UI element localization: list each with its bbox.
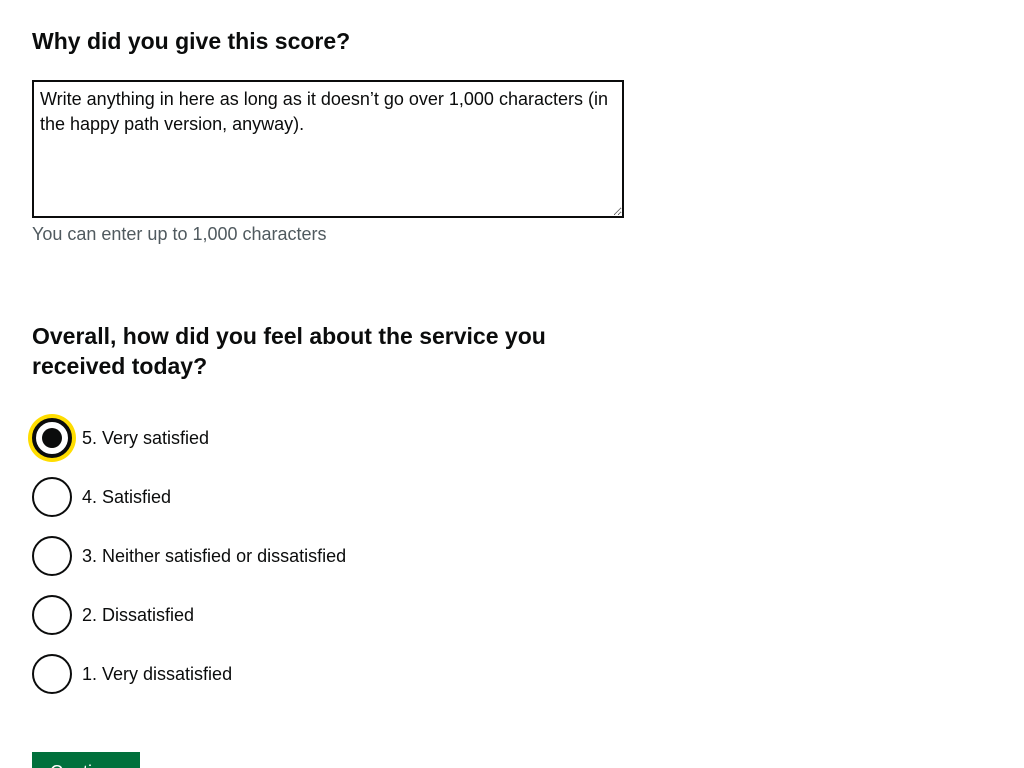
radio-label-very-dissatisfied: 1. Very dissatisfied [82,664,233,684]
radio-option-neither[interactable]: 3. Neither satisfied or dissatisfied [32,536,632,576]
satisfaction-heading: Overall, how did you feel about the serv… [32,323,546,379]
score-reason-textarea[interactable] [32,80,624,218]
radio-button-very-dissatisfied[interactable] [32,654,72,694]
radio-button-very-satisfied[interactable] [32,418,72,458]
radio-label-dissatisfied: 2. Dissatisfied [82,605,195,625]
radio-option-very-dissatisfied[interactable]: 1. Very dissatisfied [32,654,632,694]
radio-button-neither[interactable] [32,536,72,576]
radio-option-satisfied[interactable]: 4. Satisfied [32,477,632,517]
feedback-page: Why did you give this score? You can ent… [0,0,1024,768]
radio-button-dissatisfied[interactable] [32,595,72,635]
radio-label-neither: 3. Neither satisfied or dissatisfied [82,546,347,566]
score-reason-heading: Why did you give this score? [32,28,351,54]
radio-option-dissatisfied[interactable]: 2. Dissatisfied [32,595,632,635]
character-limit-hint: You can enter up to 1,000 characters [32,224,327,244]
continue-button[interactable]: Continue [32,752,141,768]
radio-label-satisfied: 4. Satisfied [82,487,172,507]
radio-option-very-satisfied[interactable]: 5. Very satisfied [32,418,632,458]
radio-button-satisfied[interactable] [32,477,72,517]
radio-label-very-satisfied: 5. Very satisfied [82,428,210,448]
